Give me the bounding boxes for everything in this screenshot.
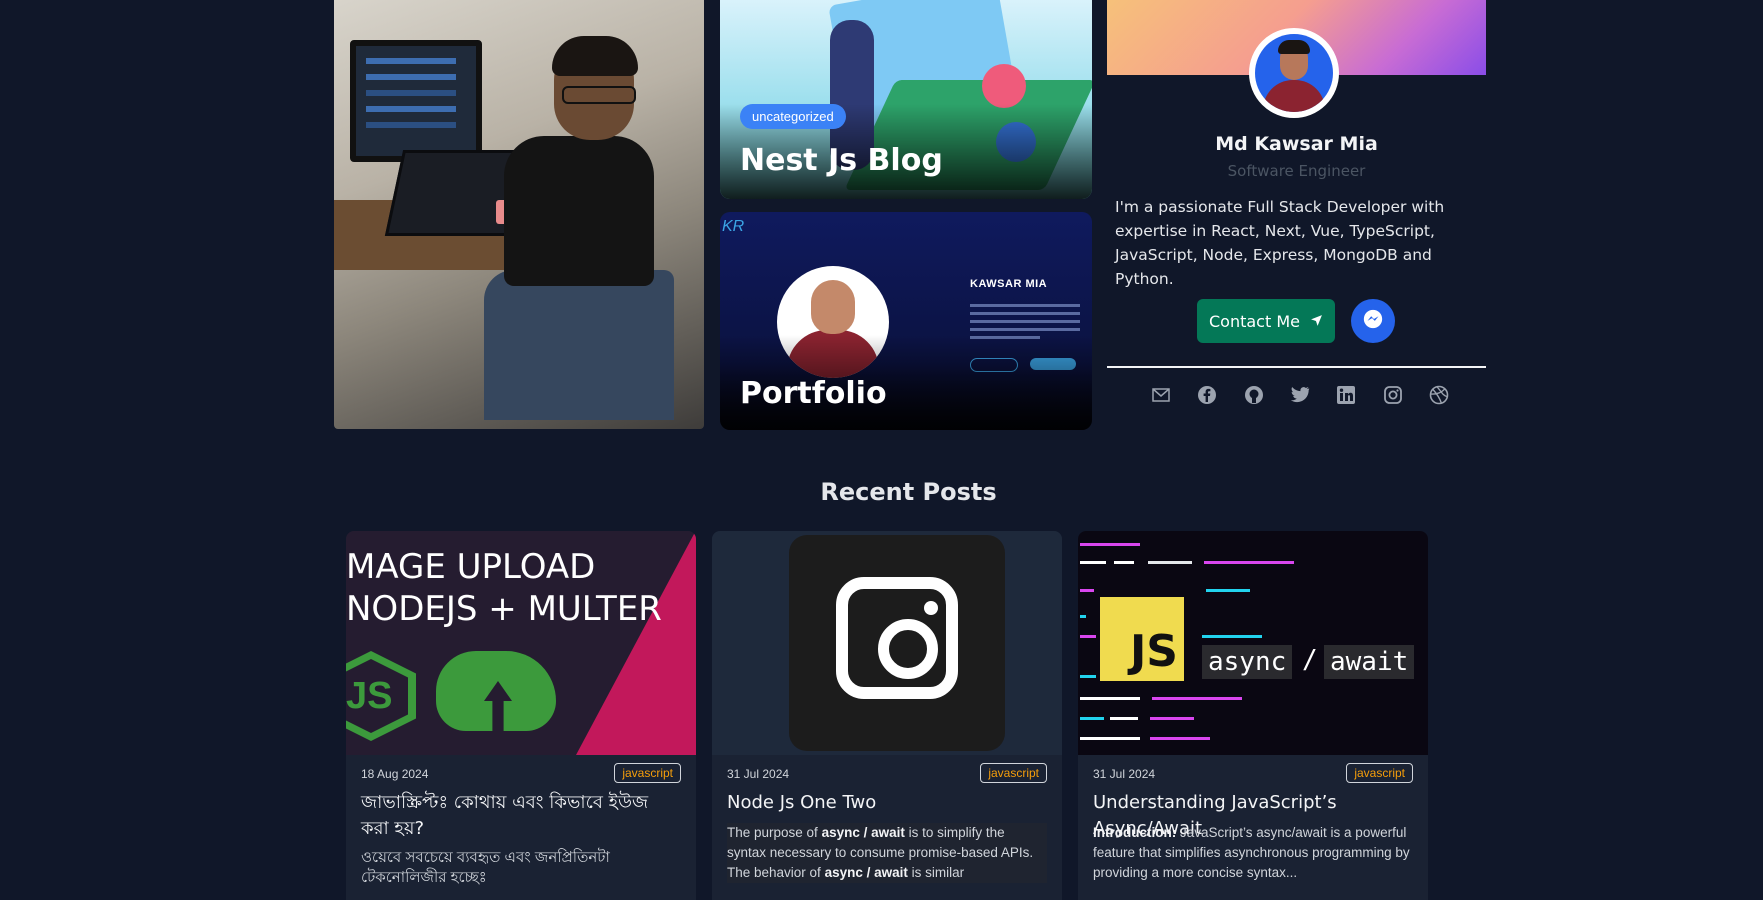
camera-dot — [924, 601, 938, 615]
code-line — [1080, 697, 1140, 700]
excerpt-code: async / await — [824, 865, 908, 880]
preview-text-line — [970, 312, 1080, 315]
thumbnail-text: NODEJS + MULTER — [346, 589, 662, 629]
github-icon[interactable] — [1243, 384, 1265, 406]
code-line — [1080, 635, 1096, 638]
excerpt-lead: Introduction: — [1093, 825, 1177, 840]
javascript-logo-icon: JS — [1100, 597, 1184, 681]
preview-text-line — [970, 328, 1080, 331]
portfolio-preview-name: KAWSAR MIA — [970, 278, 1048, 290]
post-card[interactable]: JS async / await 31 Jul 2024 javascript … — [1078, 531, 1428, 900]
post-thumbnail[interactable]: MAGE UPLOAD NODEJS + MULTER JS — [346, 531, 696, 755]
post-excerpt: The purpose of async / await is to simpl… — [727, 823, 1047, 883]
nodejs-js-glyph: JS — [346, 675, 393, 717]
person-shape — [484, 36, 674, 420]
camera-outline — [836, 577, 958, 699]
profile-name: Md Kawsar Mia — [1215, 133, 1378, 155]
code-slash: / — [1302, 645, 1318, 675]
code-line — [1206, 589, 1250, 592]
code-line — [1150, 737, 1210, 740]
post-thumbnail[interactable]: JS async / await — [1078, 531, 1428, 755]
feature-card-portfolio[interactable]: KR KAWSAR MIA Portfolio — [720, 212, 1092, 430]
preview-text-line — [970, 304, 1080, 307]
person-jeans — [484, 270, 674, 420]
feature-card-nest-js-blog[interactable]: uncategorized Nest Js Blog — [720, 0, 1092, 199]
hero-photo — [334, 0, 704, 429]
post-excerpt: Introduction: JavaScript’s async/await i… — [1093, 823, 1413, 883]
excerpt-text: The purpose of — [727, 825, 822, 840]
excerpt-text: is similar — [907, 865, 965, 880]
dribbble-icon[interactable] — [1428, 384, 1450, 406]
code-line — [1080, 615, 1086, 618]
code-line — [1080, 561, 1106, 564]
code-line — [1080, 543, 1140, 546]
post-tag[interactable]: javascript — [1346, 763, 1413, 783]
preview-text-line — [970, 320, 1080, 323]
code-line — [1080, 589, 1094, 592]
social-links — [1150, 383, 1450, 407]
contact-me-label: Contact Me — [1209, 311, 1300, 331]
post-date: 18 Aug 2024 — [361, 767, 429, 781]
instagram-icon — [789, 535, 1005, 751]
profile-role: Software Engineer — [1227, 162, 1366, 180]
avatar-shirt — [1263, 80, 1325, 112]
code-line — [1204, 561, 1294, 564]
post-card[interactable]: MAGE UPLOAD NODEJS + MULTER JS 18 Aug 20… — [346, 531, 696, 900]
camera-lens — [878, 619, 938, 679]
category-badge[interactable]: uncategorized — [740, 104, 846, 129]
avatar-background — [1255, 34, 1333, 112]
post-tag[interactable]: javascript — [614, 763, 681, 783]
post-date: 31 Jul 2024 — [1093, 767, 1156, 781]
code-line — [1080, 737, 1140, 740]
linkedin-icon[interactable] — [1335, 384, 1357, 406]
feature-title[interactable]: Portfolio — [740, 376, 887, 411]
person-hair — [552, 36, 638, 76]
thumbnail-text: MAGE UPLOAD — [346, 547, 596, 587]
code-line — [1148, 561, 1192, 564]
post-title[interactable]: জাভাস্ক্রিপ্টঃ কোথায় এবং কিভাবে ইউজ করা… — [361, 790, 681, 842]
code-line — [1152, 697, 1242, 700]
post-excerpt: ওয়েবে সবচেয়ে ব্যবহৃত এবং জনপ্রিতিনটা ট… — [361, 849, 610, 886]
recent-posts-heading: Recent Posts — [820, 478, 997, 506]
profile-bio: I'm a passionate Full Stack Developer wi… — [1115, 198, 1445, 288]
post-tag[interactable]: javascript — [980, 763, 1047, 783]
messenger-icon — [1362, 308, 1384, 335]
contact-me-button[interactable]: Contact Me — [1197, 299, 1335, 343]
avatar-hair — [1278, 40, 1310, 54]
code-line — [1080, 675, 1096, 678]
mail-icon[interactable] — [1150, 384, 1172, 406]
post-card[interactable]: 31 Jul 2024 javascript Node Js One Two T… — [712, 531, 1062, 900]
code-line — [1110, 717, 1138, 720]
code-keyword: async — [1202, 645, 1293, 679]
avatar-face — [811, 280, 855, 334]
code-line — [1114, 561, 1134, 564]
code-line — [1202, 635, 1262, 638]
excerpt-code: async / await — [821, 825, 905, 840]
feature-title[interactable]: Nest Js Blog — [740, 143, 943, 178]
send-icon — [1310, 312, 1323, 331]
instagram-icon[interactable] — [1382, 384, 1404, 406]
person-shirt — [504, 136, 654, 286]
twitter-icon[interactable] — [1289, 384, 1311, 406]
portfolio-logo: KR — [722, 218, 745, 235]
profile-avatar — [1249, 28, 1339, 118]
heart-icon — [982, 64, 1026, 108]
code-line — [1080, 717, 1104, 720]
post-title[interactable]: Node Js One Two — [727, 790, 1047, 816]
messenger-button[interactable] — [1351, 299, 1395, 343]
post-thumbnail[interactable] — [712, 531, 1062, 755]
person-glasses — [562, 86, 636, 104]
post-date: 31 Jul 2024 — [727, 767, 790, 781]
code-line — [1150, 717, 1194, 720]
code-keyword: await — [1324, 645, 1415, 679]
profile-divider — [1107, 366, 1486, 368]
monitor-shape — [350, 40, 482, 162]
facebook-icon[interactable] — [1196, 384, 1218, 406]
